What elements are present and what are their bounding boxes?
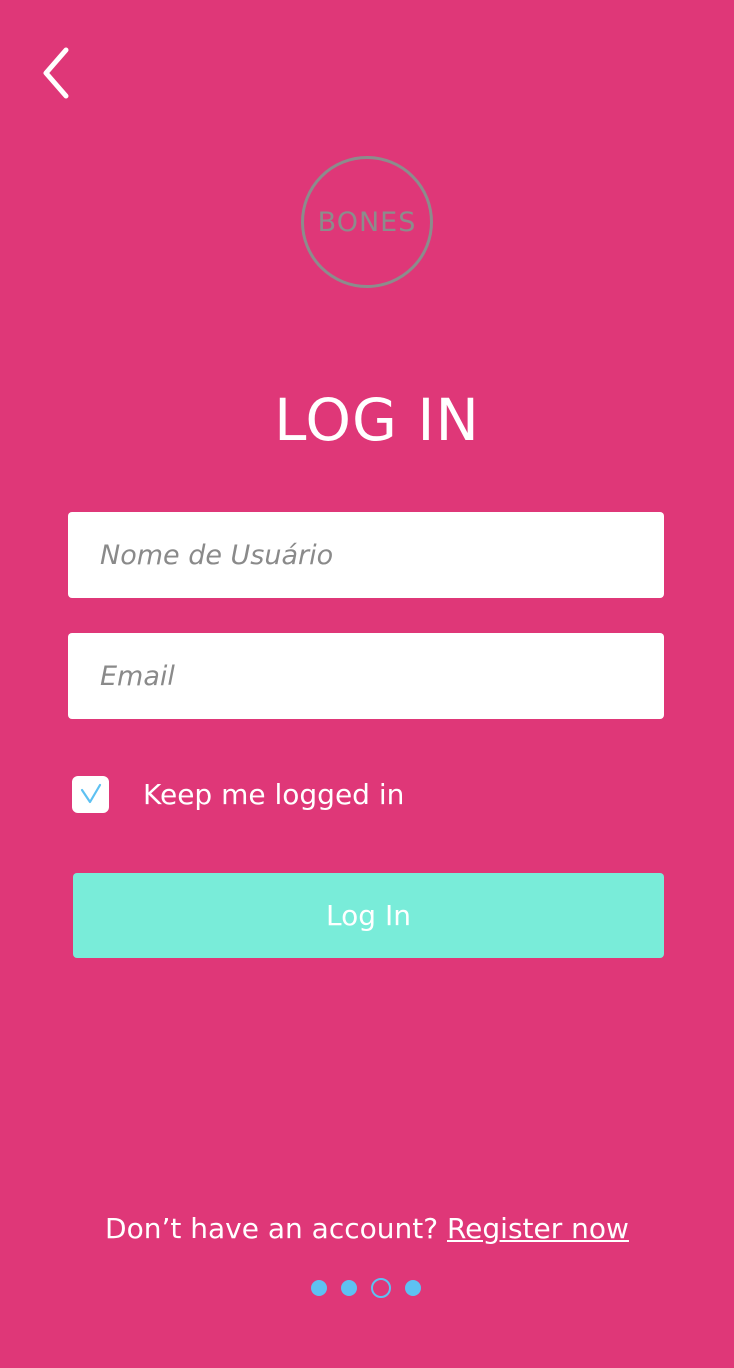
chevron-left-icon <box>43 47 69 99</box>
page-indicator <box>311 1278 421 1298</box>
username-input[interactable] <box>68 512 664 598</box>
register-link[interactable]: Register now <box>447 1212 629 1245</box>
register-prompt: Don’t have an account? Register now <box>0 1212 734 1245</box>
logo-text: BONES <box>317 206 417 238</box>
keep-logged-in-checkbox[interactable] <box>72 775 109 813</box>
login-button[interactable]: Log In <box>73 873 664 958</box>
page-dot-active[interactable] <box>371 1278 391 1298</box>
page-dot[interactable] <box>311 1280 327 1296</box>
page-dot[interactable] <box>341 1280 357 1296</box>
page-dot[interactable] <box>405 1280 421 1296</box>
email-input[interactable] <box>68 633 664 719</box>
keep-logged-in-label: Keep me logged in <box>143 777 405 811</box>
keep-logged-in-row: Keep me logged in <box>72 774 404 814</box>
checkmark-icon <box>80 783 101 804</box>
brand-logo: BONES <box>301 156 433 288</box>
register-prompt-text: Don’t have an account? <box>105 1212 439 1245</box>
page-title: LOG IN <box>274 386 480 454</box>
back-button[interactable] <box>38 44 78 102</box>
